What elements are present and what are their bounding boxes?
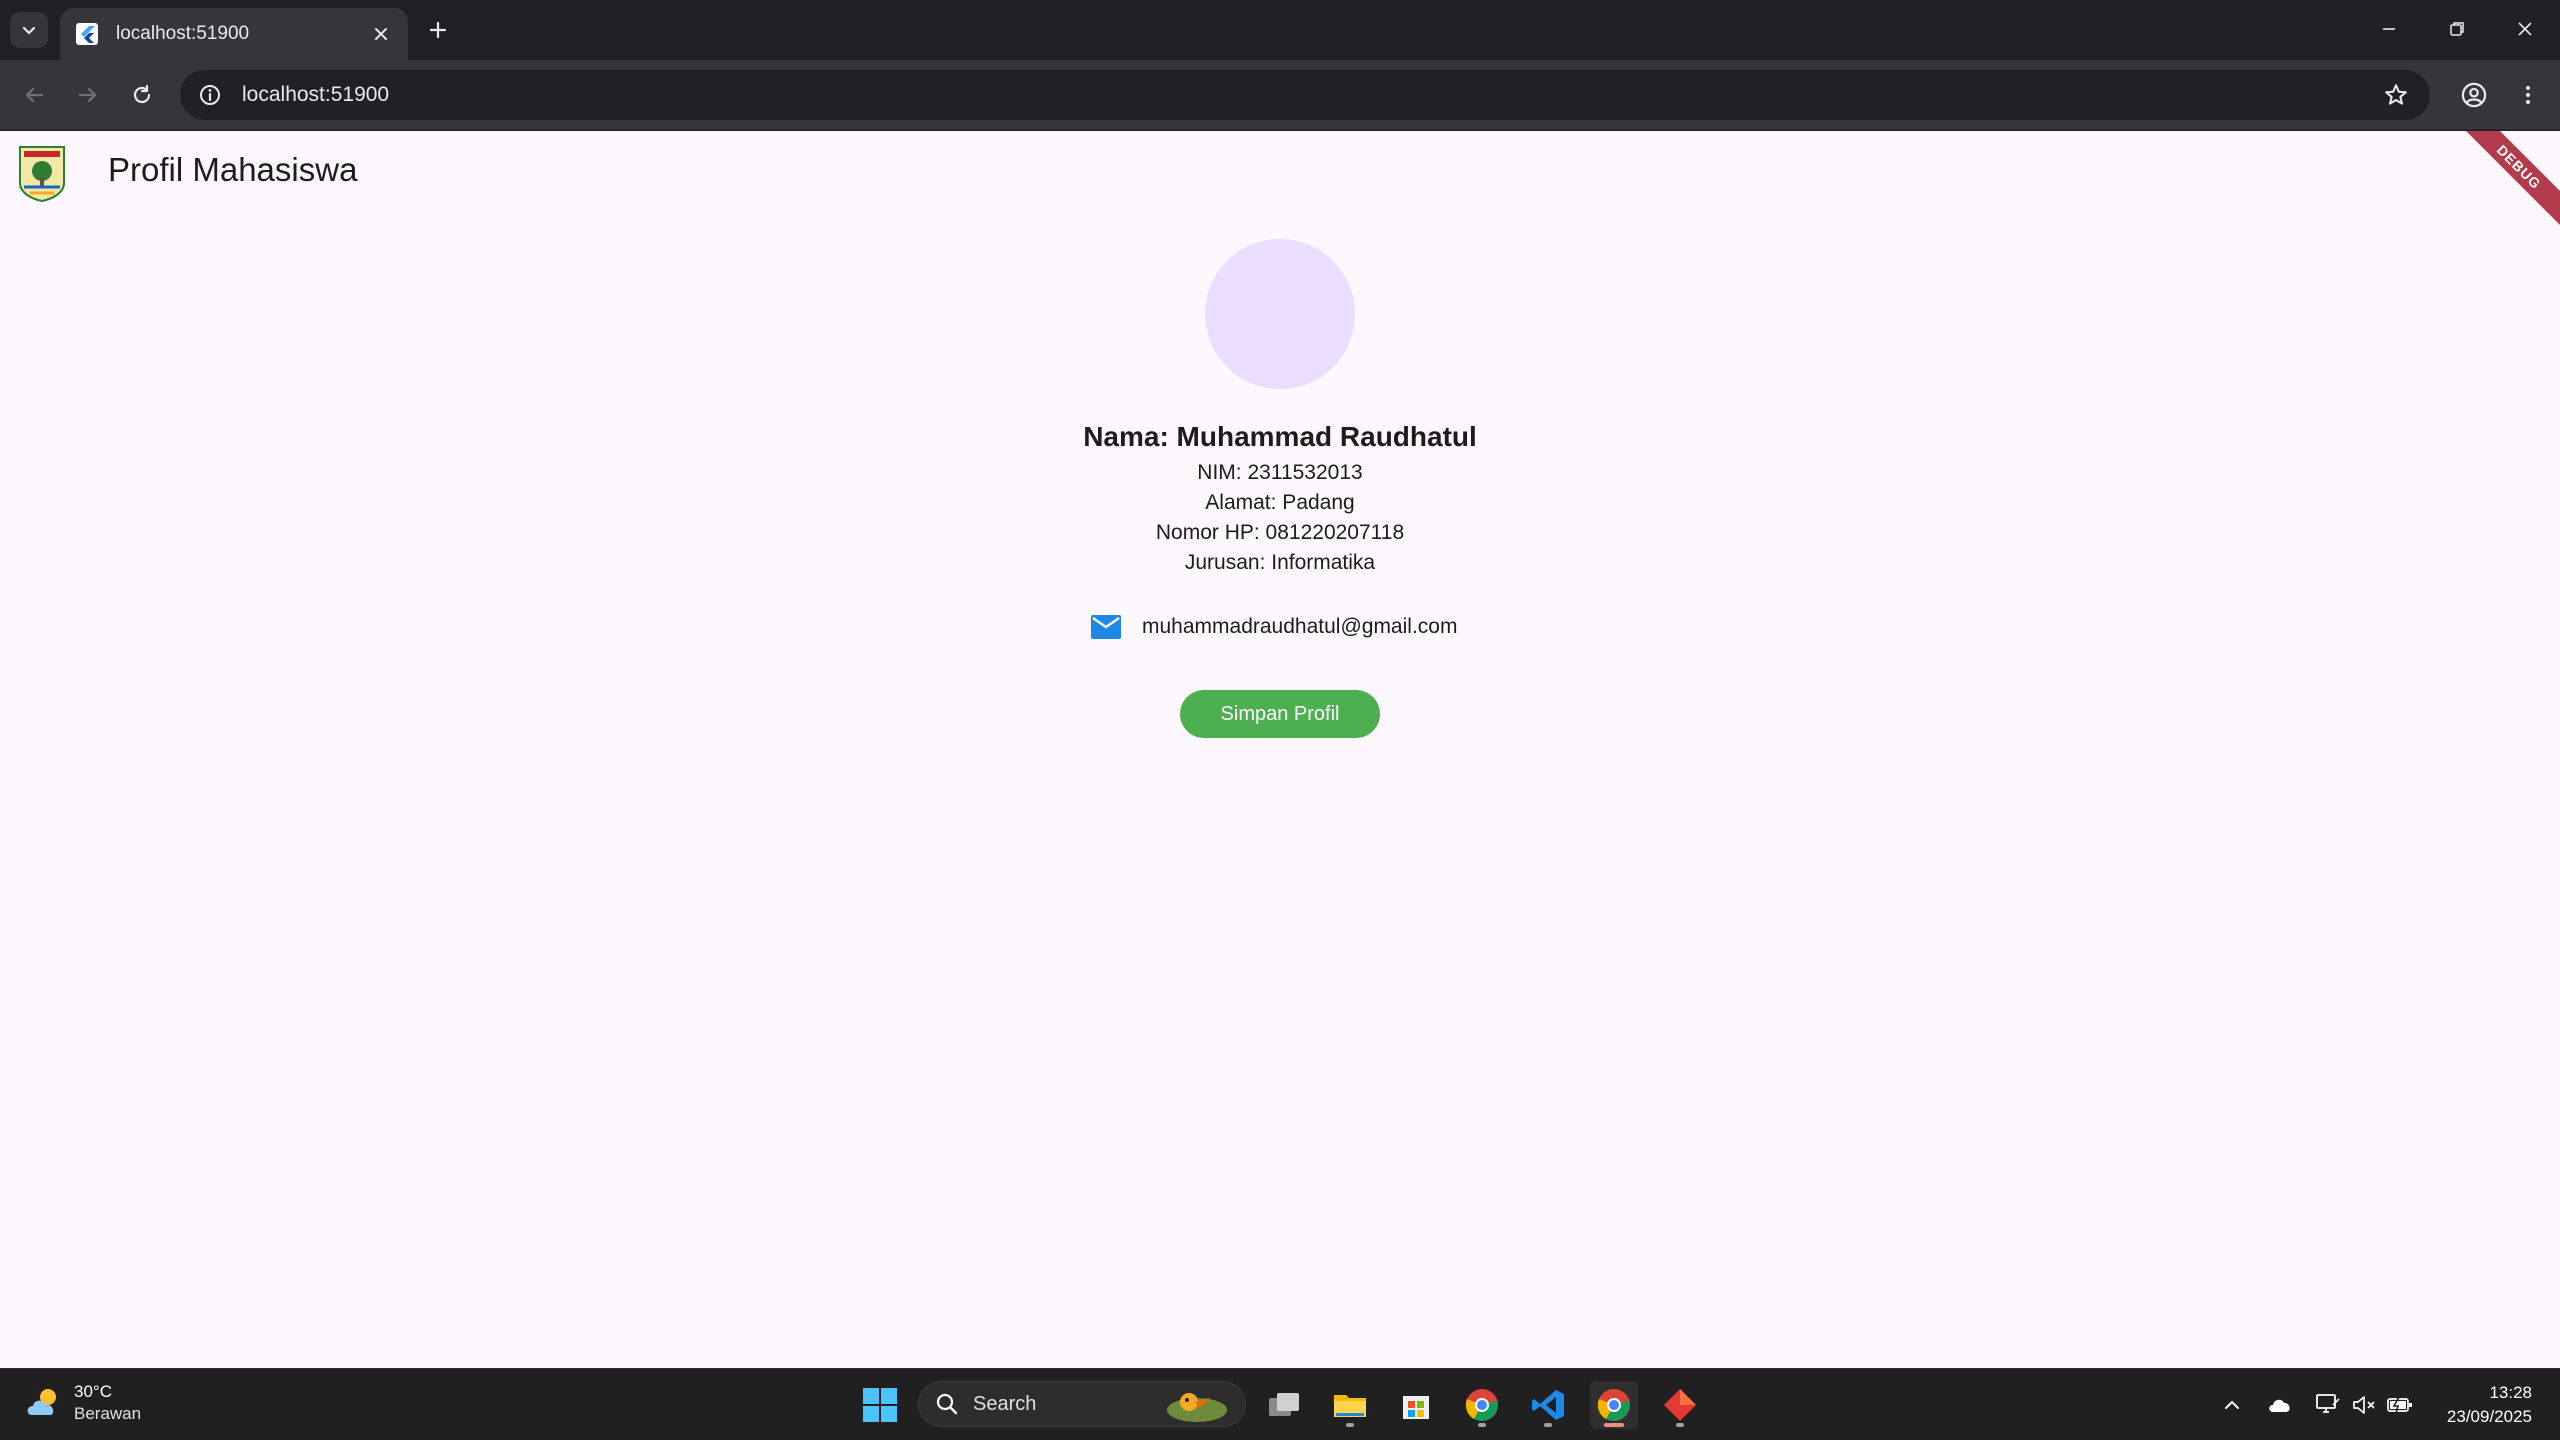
tab-title: localhost:51900: [116, 23, 250, 44]
clock-time: 13:28: [2489, 1383, 2532, 1402]
network-icon: [2316, 1394, 2340, 1413]
tray-overflow-button[interactable]: [2218, 1391, 2246, 1419]
url-text[interactable]: localhost:51900: [242, 83, 389, 107]
task-view-icon: [1269, 1393, 1299, 1416]
arrow-left-icon: [25, 87, 44, 103]
vscode-button[interactable]: [1524, 1381, 1572, 1429]
app-bar: Profil Mahasiswa: [0, 131, 2560, 215]
page-title: Profil Mahasiswa: [108, 151, 358, 188]
cloud-icon: [2269, 1399, 2290, 1412]
taskbar: 30°C Berawan Search 13:28 23/09/2025: [0, 1368, 2560, 1440]
plus-icon: [429, 21, 447, 39]
app-diamond-button[interactable]: [1656, 1381, 1704, 1429]
chevron-down-icon: [22, 26, 36, 35]
battery-button[interactable]: [2386, 1391, 2414, 1419]
student-name: Nama: Muhammad Raudhatul: [1083, 421, 1477, 452]
avatar: [1205, 239, 1355, 389]
new-tab-button[interactable]: [420, 12, 456, 48]
student-nim: NIM: 2311532013: [1197, 461, 1363, 484]
system-clock[interactable]: 13:28 23/09/2025: [2447, 1381, 2532, 1429]
email-icon: [1091, 615, 1121, 639]
running-indicator: [1544, 1423, 1552, 1427]
student-phone: Nomor HP: 081220207118: [1155, 521, 1405, 544]
minimize-icon: [2383, 28, 2395, 30]
vscode-icon: [1532, 1390, 1564, 1420]
tab-search-button[interactable]: [10, 12, 48, 48]
microsoft-store-button[interactable]: [1392, 1381, 1440, 1429]
kebab-menu-icon: [2526, 86, 2530, 104]
minimize-button[interactable]: [2360, 6, 2418, 52]
file-explorer-button[interactable]: [1326, 1381, 1374, 1429]
search-label: Search: [973, 1392, 1037, 1415]
close-icon: [2518, 22, 2532, 36]
back-button[interactable]: [14, 75, 54, 115]
chrome-icon: [1465, 1389, 1498, 1421]
taskbar-search[interactable]: Search: [918, 1381, 1246, 1427]
volume-muted-icon: [2353, 1396, 2375, 1414]
onedrive-button[interactable]: [2266, 1391, 2294, 1419]
student-major: Jurusan: Informatika: [1184, 551, 1376, 574]
browser-tab-strip: localhost:51900: [0, 0, 2560, 60]
battery-charging-icon: [2387, 1396, 2412, 1414]
address-bar[interactable]: localhost:51900: [180, 70, 2430, 120]
weather-widget[interactable]: 30°C Berawan: [24, 1381, 141, 1425]
chrome-button[interactable]: [1458, 1381, 1506, 1429]
save-profile-button[interactable]: Simpan Profil: [1180, 690, 1380, 738]
cloudy-weather-icon: [27, 1389, 56, 1415]
running-indicator: [1346, 1423, 1354, 1427]
windows-logo-icon: [863, 1388, 897, 1422]
site-info-icon[interactable]: [194, 79, 226, 111]
reload-icon: [133, 84, 151, 104]
page-viewport: Profil Mahasiswa DEBUG Nama: Muhammad Ra…: [0, 131, 2560, 1368]
chevron-up-icon: [2225, 1400, 2239, 1409]
browser-toolbar: localhost:51900: [0, 60, 2560, 130]
search-icon: [936, 1393, 958, 1415]
close-window-button[interactable]: [2496, 6, 2554, 52]
store-icon: [1403, 1396, 1429, 1419]
flutter-icon: [74, 21, 100, 47]
bookmark-star-icon[interactable]: [2380, 79, 2412, 111]
active-indicator: [1604, 1423, 1624, 1427]
task-view-button[interactable]: [1260, 1381, 1308, 1429]
running-indicator: [1676, 1423, 1684, 1427]
browser-menu-button[interactable]: [2508, 75, 2548, 115]
running-indicator: [1478, 1423, 1486, 1427]
close-tab-icon[interactable]: [368, 21, 394, 47]
student-email: muhammadraudhatul@gmail.com: [1142, 615, 1458, 638]
volume-button[interactable]: [2350, 1391, 2378, 1419]
student-address: Alamat: Padang: [1205, 491, 1355, 514]
folder-icon: [1334, 1395, 1366, 1417]
network-button[interactable]: [2314, 1391, 2342, 1419]
browser-tab[interactable]: localhost:51900: [60, 8, 408, 60]
restore-icon: [2450, 22, 2464, 36]
account-icon: [2461, 82, 2487, 108]
university-logo-icon: [16, 143, 68, 203]
profile-button[interactable]: [2454, 75, 2494, 115]
chrome-icon: [1597, 1389, 1630, 1421]
arrow-right-icon: [78, 87, 97, 103]
clock-date: 23/09/2025: [2446, 1407, 2532, 1426]
bird-illustration-icon: [1167, 1393, 1227, 1422]
reload-button[interactable]: [122, 75, 162, 115]
red-diamond-icon: [1664, 1389, 1696, 1421]
chrome-active-button[interactable]: [1590, 1381, 1638, 1429]
email-row: muhammadraudhatul@gmail.com: [1090, 611, 1457, 643]
start-button[interactable]: [856, 1381, 904, 1429]
forward-button[interactable]: [68, 75, 108, 115]
weather-description: Berawan: [74, 1404, 142, 1423]
restore-button[interactable]: [2428, 6, 2486, 52]
weather-temperature: 30°C: [74, 1382, 112, 1401]
